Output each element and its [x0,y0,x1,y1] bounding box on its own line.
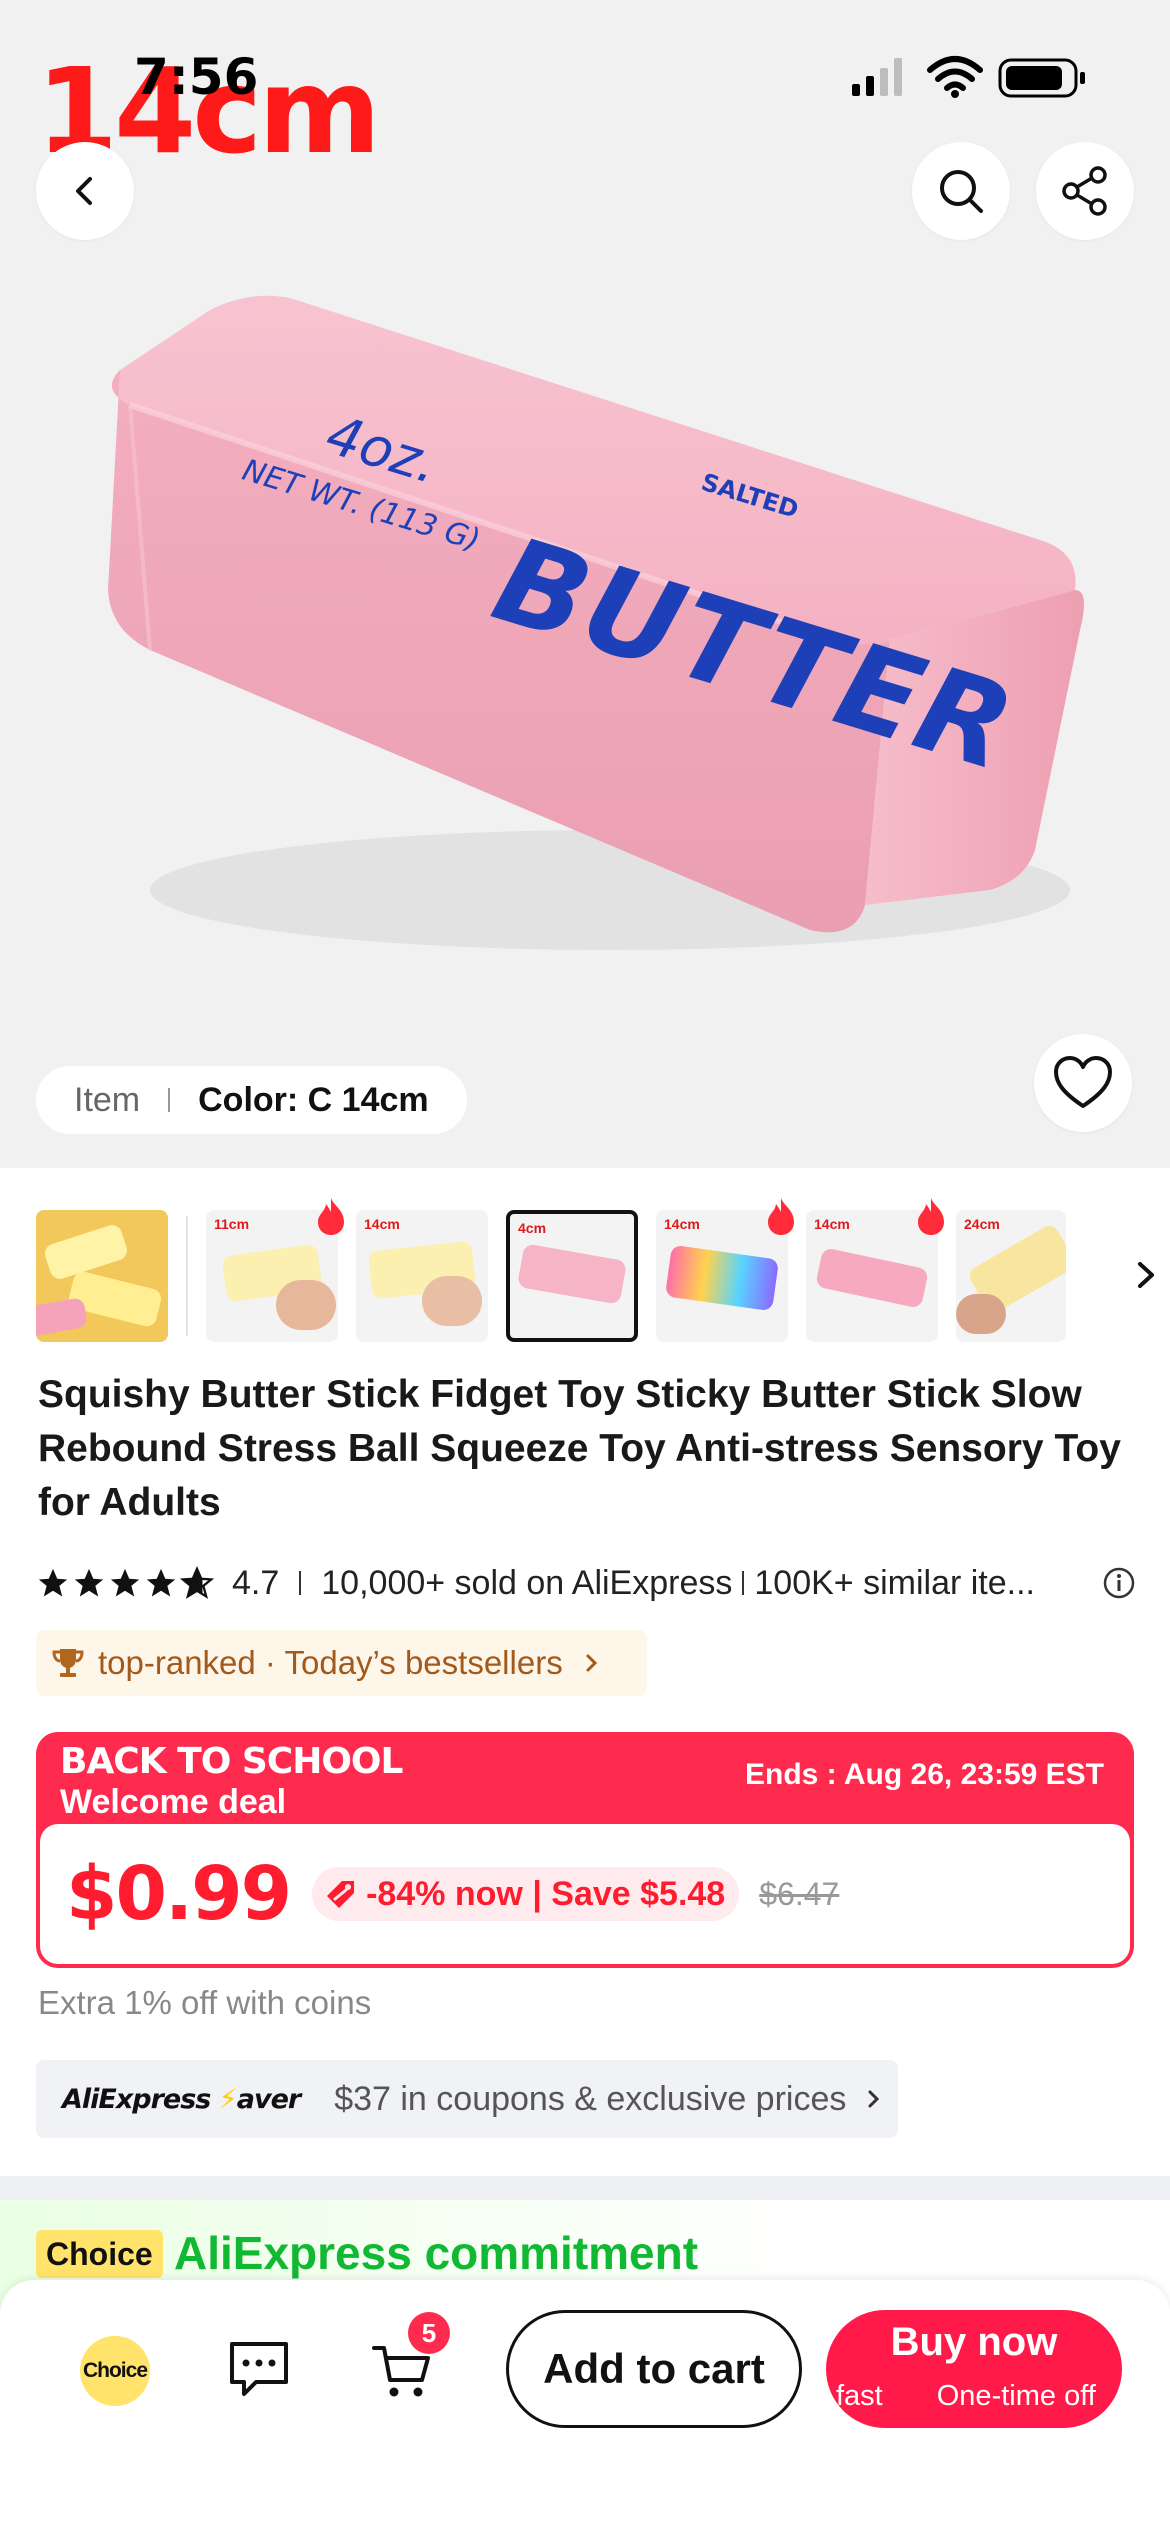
choice-button[interactable]: Choice [80,2336,150,2406]
cellular-signal-icon [852,58,902,96]
chevron-right-icon[interactable] [1126,1250,1166,1300]
sold-count: 10,000+ sold on AliExpress [321,1563,733,1602]
thumbnail-label: 14cm [364,1216,400,1232]
thumbnail-label: 24cm [964,1216,1000,1232]
variant-separator [168,1088,171,1112]
wishlist-button[interactable] [1034,1034,1132,1132]
welcome-deal-card[interactable]: BACK TO SCHOOL Welcome deal Ends : Aug 2… [36,1732,1134,1968]
deal-price-box: $0.99 -84% now | Save $5.48 $6.47 [40,1824,1130,1964]
chevron-left-icon [76,177,92,205]
thumbnail-divider [186,1216,188,1336]
saver-logo-prefix: AliExpress [62,2083,211,2115]
discount-pill: -84% now | Save $5.48 [312,1867,740,1921]
buy-sub-2: One-time off [936,2380,1096,2412]
thumbnail-label: 14cm [814,1216,850,1232]
rating-separator [742,1571,745,1595]
rating-row[interactable]: 4.7 10,000+ sold on AliExpress 100K+ sim… [36,1558,1136,1608]
bottom-action-bar: Choice 5 Add to cart Buy now fast One-ti… [0,2280,1170,2532]
original-price: $6.47 [759,1875,840,1912]
coins-offer: Extra 1% off with coins [38,1984,372,2021]
star-icon [110,1568,140,1597]
thumbnail-2[interactable]: 14cm [356,1210,488,1342]
product-title: Squishy Butter Stick Fidget Toy Sticky B… [38,1373,1121,1524]
share-button[interactable] [1036,142,1134,240]
star-icon [74,1568,104,1597]
deal-end-time: Ends : Aug 26, 23:59 EST [745,1758,1104,1791]
rating-stars [36,1566,214,1600]
variant-color-label: Color: C 14cm [198,1080,429,1119]
buy-sub-1: fast [836,2380,883,2412]
message-icon[interactable] [226,2338,292,2400]
bolt-icon: ⚡ [218,2083,238,2115]
rating-separator [299,1571,302,1595]
saver-logo: AliExpress ⚡aver [62,2083,301,2115]
deal-title: BACK TO SCHOOL Welcome deal [60,1741,403,1822]
discount-text: -84% now | Save $5.48 [366,1874,726,1913]
buy-now-button[interactable]: Buy now fast One-time off [826,2310,1122,2428]
section-divider [0,2176,1170,2200]
rating-value: 4.7 [232,1563,280,1602]
variant-pill[interactable]: Item Color: C 14cm [36,1066,467,1134]
thumbnail-0[interactable] [36,1210,168,1342]
discount-tag-icon [327,1881,355,1908]
variant-item-label: Item [74,1080,141,1119]
buy-now-label: Buy now [890,2320,1058,2364]
deal-campaign: BACK TO SCHOOL [60,1741,403,1782]
wifi-icon [927,56,983,98]
status-time: 7:56 [134,48,259,106]
status-indicators [852,56,1085,98]
hot-flame-icon [918,1198,944,1235]
search-button[interactable] [912,142,1010,240]
back-button[interactable] [36,142,134,240]
add-to-cart-button[interactable]: Add to cart [506,2310,802,2428]
battery-icon [998,58,1085,98]
ranked-text: top-ranked · Today’s bestsellers [98,1644,563,1681]
thumbnail-strip: 11cm 14cm 4cm 14cm 14cm 24cm [36,1198,1156,1344]
share-icon [1062,166,1107,216]
chevron-right-icon [868,2090,880,2108]
thumbnail-3-selected[interactable]: 4cm [506,1210,638,1342]
deal-type: Welcome deal [60,1783,287,1821]
saver-banner[interactable]: AliExpress ⚡aver $37 in coupons & exclus… [36,2060,898,2138]
info-icon[interactable] [1102,1566,1136,1600]
thumbnail-label: 4cm [518,1220,547,1236]
heart-icon [1054,1056,1112,1108]
search-icon [940,170,983,213]
product-hero-image[interactable]: 4oz. NET WT. (113 G) SALTED BUTTER 14cm … [0,0,1170,1168]
current-price: $0.99 [66,1851,292,1937]
choice-badge: Choice [36,2230,163,2278]
cart-count-badge: 5 [408,2312,450,2354]
trophy-icon [52,1649,84,1677]
hot-flame-icon [768,1198,794,1235]
star-icon [146,1568,176,1597]
hot-flame-icon [318,1198,344,1235]
saver-logo-suffix: aver [236,2083,301,2115]
buy-now-subtitle: fast One-time off [836,2380,1122,2413]
top-ranked-badge[interactable]: top-ranked · Today’s bestsellers [36,1630,647,1696]
similar-items: 100K+ similar ite... [754,1563,1035,1602]
thumbnail-label: 11cm [214,1216,250,1232]
thumbnail-6[interactable]: 24cm [956,1210,1066,1342]
chevron-right-icon [586,1654,597,1672]
commitment-title: AliExpress commitment [174,2227,699,2279]
product-page: 4oz. NET WT. (113 G) SALTED BUTTER 14cm … [0,0,1170,2532]
star-icon [38,1568,68,1597]
status-bar: 7:56 [0,0,1170,150]
star-half-icon [180,1566,214,1599]
thumbnail-label: 14cm [664,1216,700,1232]
saver-text: $37 in coupons & exclusive prices [334,2079,847,2118]
